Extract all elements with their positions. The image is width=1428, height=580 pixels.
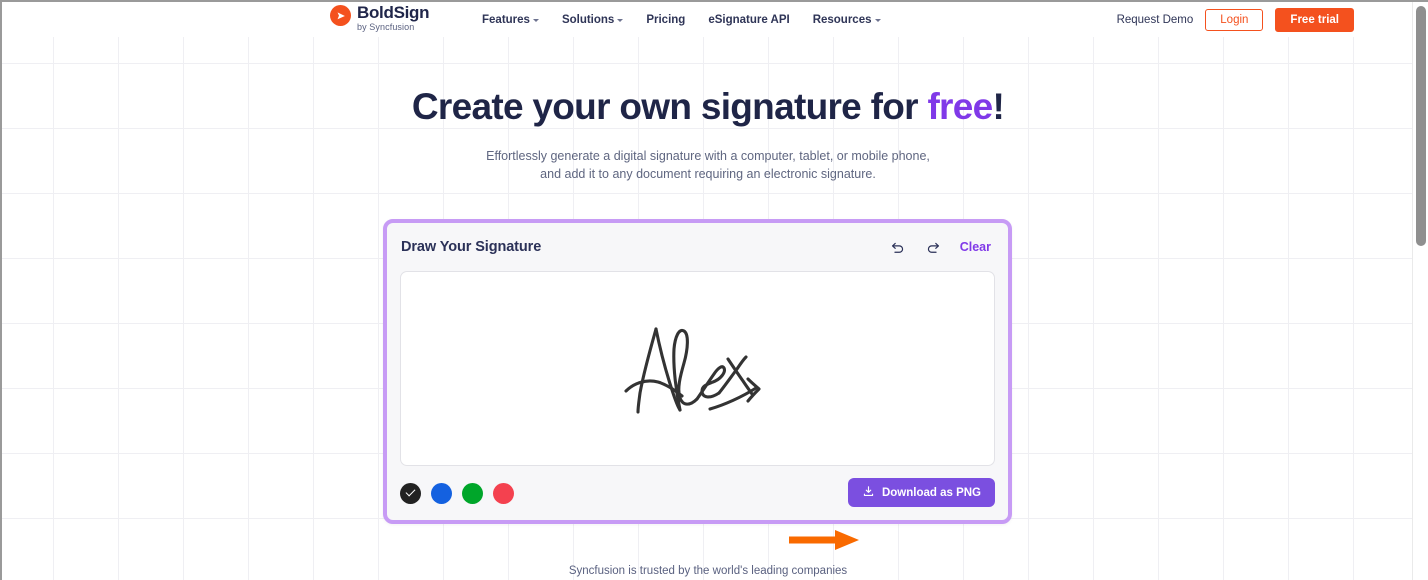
- nav-label: Solutions: [561, 13, 615, 26]
- nav-item-pricing[interactable]: Pricing: [646, 14, 685, 26]
- undo-icon[interactable]: [890, 239, 906, 255]
- nav-links: Features Solutions Pricing eSignature AP…: [482, 2, 881, 37]
- subtitle-line-1: Effortlessly generate a digital signatur…: [486, 148, 930, 163]
- nav-item-esignature-api[interactable]: eSignature API: [708, 14, 789, 26]
- nav-label: Features: [482, 13, 530, 26]
- headline-pre: Create your own signature for: [411, 86, 928, 127]
- chevron-down-icon: [617, 19, 624, 22]
- nav-item-features[interactable]: Features: [482, 14, 539, 26]
- download-button-label: Download as PNG: [881, 486, 981, 499]
- annotation-arrow-icon: [789, 529, 861, 551]
- signature-card-tools: Clear: [890, 223, 991, 271]
- signature-card-footer: Download as PNG: [387, 466, 1008, 520]
- paper-plane-icon: [330, 5, 351, 26]
- subtitle-line-2: and add it to any document requiring an …: [540, 166, 876, 181]
- signature-card-title: Draw Your Signature: [401, 239, 542, 255]
- headline-accent: free: [927, 86, 993, 127]
- browser-viewport: BoldSign by Syncfusion Features Solution…: [0, 0, 1428, 580]
- chevron-down-icon: [532, 19, 539, 22]
- color-swatch-black[interactable]: [400, 482, 421, 504]
- vertical-scrollbar[interactable]: [1412, 2, 1428, 580]
- nav-actions: Request Demo Login Free trial: [1117, 2, 1354, 37]
- download-png-button[interactable]: Download as PNG: [847, 478, 995, 507]
- request-demo-link[interactable]: Request Demo: [1117, 14, 1194, 26]
- signature-canvas[interactable]: [400, 271, 995, 466]
- color-swatch-blue[interactable]: [431, 482, 452, 504]
- nav-item-resources[interactable]: Resources: [813, 14, 881, 26]
- hero-subtitle: Effortlessly generate a digital signatur…: [2, 147, 1414, 183]
- hero-section: Create your own signature for free! Effo…: [2, 86, 1414, 183]
- color-swatch-red[interactable]: [493, 482, 514, 504]
- clear-button[interactable]: Clear: [960, 240, 991, 254]
- brand-name: BoldSign: [357, 3, 430, 22]
- redo-icon[interactable]: [925, 239, 941, 255]
- nav-label: eSignature API: [708, 13, 790, 26]
- brand-tagline: by Syncfusion: [357, 22, 415, 32]
- signature-card-header: Draw Your Signature Clear: [387, 223, 1008, 271]
- nav-label: Pricing: [646, 13, 686, 26]
- page-body: Create your own signature for free! Effo…: [2, 37, 1414, 580]
- page-title: Create your own signature for free!: [2, 86, 1414, 128]
- trusted-by-text: Syncfusion is trusted by the world's lea…: [568, 565, 848, 577]
- site-navbar: BoldSign by Syncfusion Features Solution…: [2, 2, 1414, 37]
- free-trial-button[interactable]: Free trial: [1275, 7, 1354, 32]
- nav-label: Resources: [812, 13, 872, 26]
- brand-logo[interactable]: BoldSign by Syncfusion: [330, 3, 430, 32]
- signature-card: Draw Your Signature Clear Download as PN…: [383, 219, 1012, 524]
- scrollbar-thumb[interactable]: [1416, 6, 1426, 246]
- signature-drawing: [623, 326, 761, 414]
- chevron-down-icon: [874, 19, 881, 22]
- nav-item-solutions[interactable]: Solutions: [561, 13, 624, 26]
- color-swatches: [400, 482, 514, 504]
- headline-post: !: [992, 86, 1005, 127]
- download-icon: [862, 485, 875, 501]
- color-swatch-green[interactable]: [462, 482, 483, 504]
- login-button[interactable]: Login: [1205, 8, 1264, 31]
